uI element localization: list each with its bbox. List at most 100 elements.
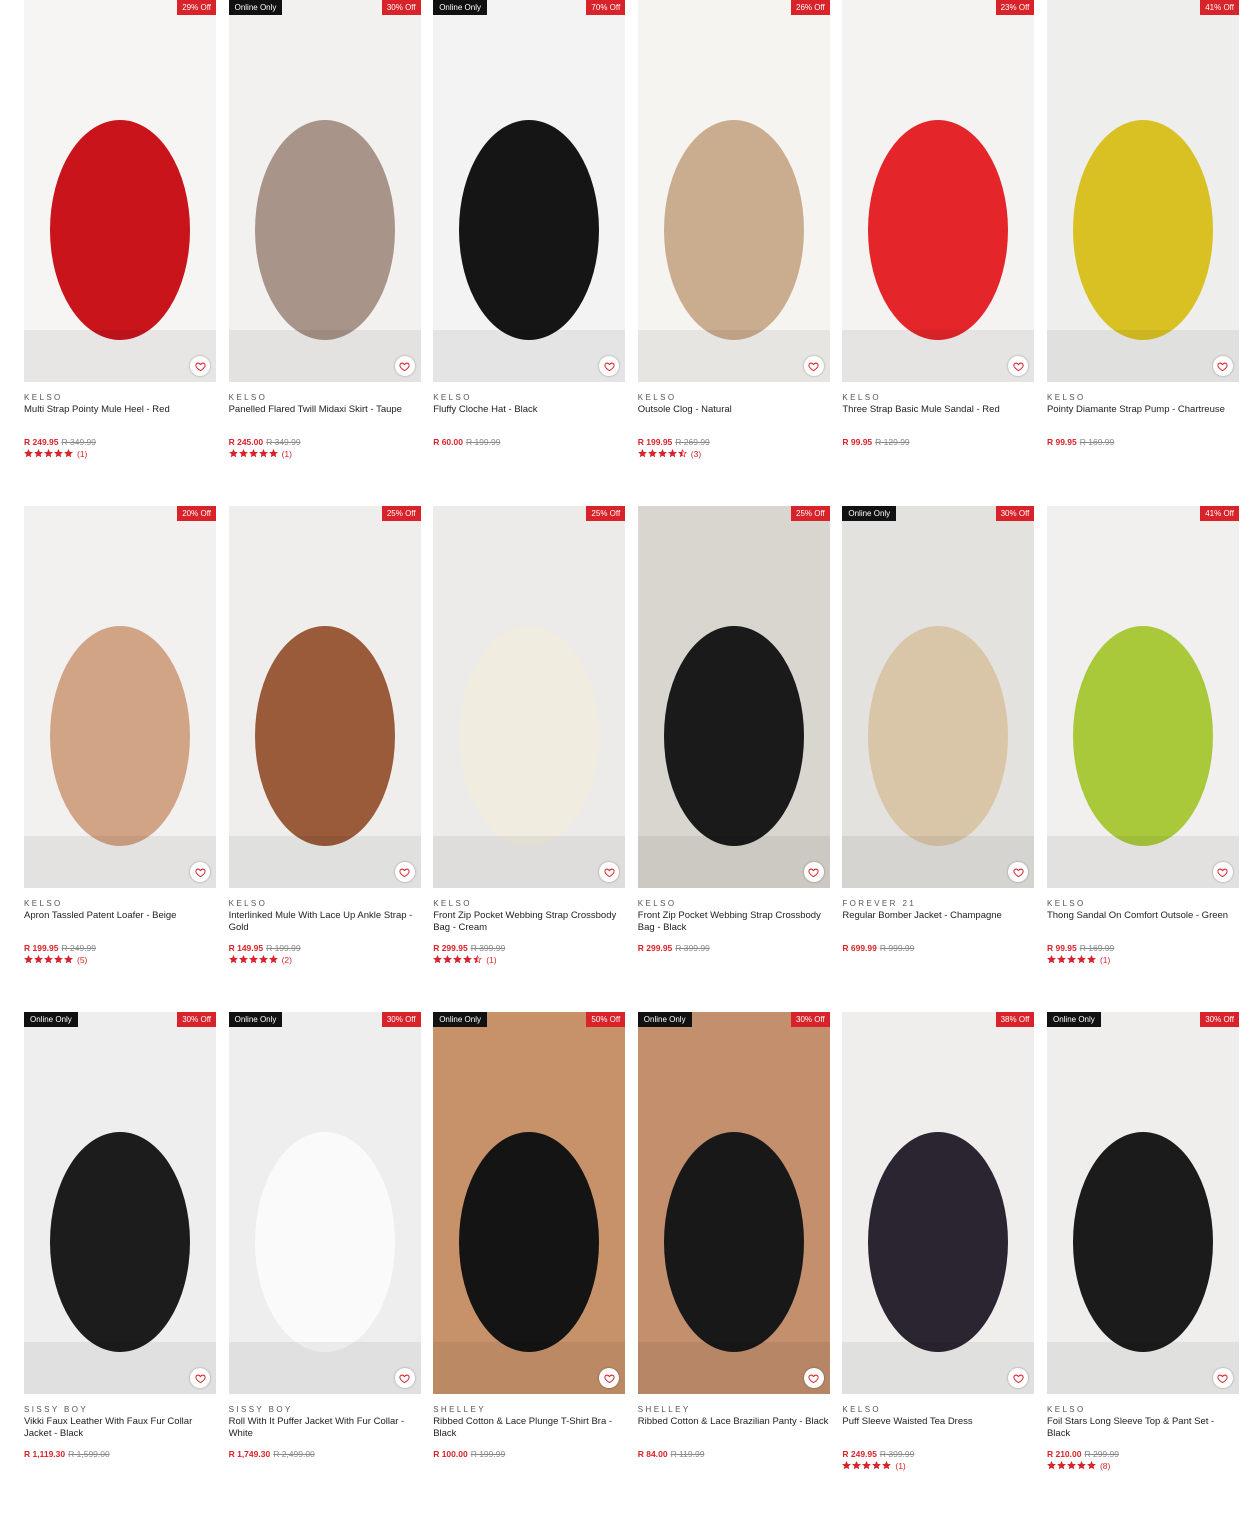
product-price: R 699.99 R 999.99 [842,943,1034,953]
product-name[interactable]: Interlinked Mule With Lace Up Ankle Stra… [229,910,421,934]
product-card[interactable]: 25% Off KELSO Front Zip Pocket Webbing S… [637,506,830,1012]
product-card[interactable]: Online Only 30% Off SISSY BOY Roll With … [228,1012,421,1518]
product-name[interactable]: Panelled Flared Twill Midaxi Skirt - Tau… [229,404,421,428]
discount-badge: 20% Off [177,506,216,521]
product-image[interactable]: 20% Off [24,506,216,888]
star-icon [54,449,63,458]
product-name[interactable]: Front Zip Pocket Webbing Strap Crossbody… [638,910,830,934]
product-price: R 210.00 R 299.99 [1047,1449,1239,1459]
original-price: R 999.99 [879,943,915,953]
product-rating[interactable]: (3) [637,448,830,459]
product-image[interactable]: 29% Off [24,0,216,382]
product-card[interactable]: 20% Off KELSO Apron Tassled Patent Loafe… [24,506,216,1012]
product-card[interactable]: 29% Off KELSO Multi Strap Pointy Mule He… [24,0,216,506]
wishlist-button[interactable] [394,356,415,376]
product-card[interactable]: 41% Off KELSO Thong Sandal On Comfort Ou… [1046,506,1239,1012]
product-image[interactable]: Online Only 30% Off [1046,1012,1239,1394]
product-card[interactable]: Online Only 30% Off KELSO Foil Stars Lon… [1046,1012,1239,1518]
sale-price: R 99.95 [842,437,873,447]
wishlist-button[interactable] [394,862,415,882]
product-name[interactable]: Apron Tassled Patent Loafer - Beige [24,910,216,934]
product-name[interactable]: Three Strap Basic Mule Sandal - Red [842,404,1034,428]
product-image[interactable]: 23% Off [842,0,1035,382]
product-name[interactable]: Puff Sleeve Waisted Tea Dress [842,1416,1034,1440]
product-name[interactable]: Multi Strap Pointy Mule Heel - Red [24,404,216,428]
wishlist-button[interactable] [394,1368,415,1388]
heart-icon [808,1374,819,1383]
product-image[interactable]: Online Only 30% Off [228,0,421,382]
product-card[interactable]: 25% Off KELSO Front Zip Pocket Webbing S… [433,506,626,1012]
product-image[interactable]: Online Only 30% Off [228,1012,421,1394]
product-rating[interactable]: (1) [24,448,216,459]
product-name[interactable]: Regular Bomber Jacket - Champagne [842,910,1034,934]
discount-badge: 25% Off [586,506,626,521]
heart-icon [604,868,615,877]
wishlist-button[interactable] [1212,1368,1233,1388]
product-name[interactable]: Fluffy Cloche Hat - Black [433,404,625,428]
product-rating[interactable]: (1) [228,448,421,459]
wishlist-button[interactable] [190,356,210,376]
product-rating[interactable]: (1) [1047,954,1239,965]
star-icon [433,955,443,964]
product-brand: KELSO [842,393,882,402]
product-rating[interactable]: (1) [842,1460,1034,1471]
product-image[interactable]: 41% Off [1046,0,1239,382]
product-brand: KELSO [842,1405,882,1414]
product-name[interactable]: Ribbed Cotton & Lace Plunge T-Shirt Bra … [433,1416,625,1440]
product-name[interactable]: Front Zip Pocket Webbing Strap Crossbody… [433,910,625,934]
product-image[interactable]: 25% Off [228,506,421,888]
product-card[interactable]: Online Only 30% Off SHELLEY Ribbed Cotto… [637,1012,830,1518]
star-icon [248,955,258,964]
wishlist-button[interactable] [803,356,824,376]
product-image[interactable]: Online Only 50% Off [433,1012,626,1394]
product-name[interactable]: Ribbed Cotton & Lace Brazilian Panty - B… [638,1416,830,1440]
product-card[interactable]: Online Only 30% Off KELSO Panelled Flare… [228,0,421,506]
wishlist-button[interactable] [190,1368,210,1388]
product-card[interactable]: 38% Off KELSO Puff Sleeve Waisted Tea Dr… [842,1012,1035,1518]
product-image[interactable]: Online Only 30% Off [24,1012,216,1394]
product-rating[interactable]: (5) [24,954,216,965]
wishlist-button[interactable] [803,1368,824,1388]
product-name[interactable]: Roll With It Puffer Jacket With Fur Coll… [229,1416,421,1440]
product-name[interactable]: Foil Stars Long Sleeve Top & Pant Set - … [1047,1416,1239,1440]
product-card[interactable]: Online Only 30% Off SISSY BOY Vikki Faux… [24,1012,216,1518]
product-rating[interactable]: (8) [1047,1460,1239,1471]
product-card[interactable]: 26% Off KELSO Outsole Clog - Natural R 1… [637,0,830,506]
product-name[interactable]: Thong Sandal On Comfort Outsole - Green [1047,910,1239,934]
product-image[interactable]: Online Only 30% Off [637,1012,830,1394]
discount-badge: 30% Off [995,506,1035,521]
product-rating[interactable]: (1) [433,954,625,965]
product-image[interactable]: Online Only 70% Off [433,0,626,382]
product-name[interactable]: Pointy Diamante Strap Pump - Chartreuse [1047,404,1239,428]
product-image[interactable]: 38% Off [842,1012,1035,1394]
star-icon [228,449,238,458]
product-card[interactable]: Online Only 30% Off FOREVER 21 Regular B… [842,506,1035,1012]
product-image[interactable]: 41% Off [1046,506,1239,888]
product-brand: FOREVER 21 [842,899,917,908]
product-name[interactable]: Vikki Faux Leather With Faux Fur Collar … [24,1416,216,1440]
product-image[interactable]: 25% Off [433,506,626,888]
review-count: (1) [1099,954,1111,965]
product-name[interactable]: Outsole Clog - Natural [638,404,830,428]
product-card[interactable]: Online Only 70% Off KELSO Fluffy Cloche … [433,0,626,506]
product-card[interactable]: 41% Off KELSO Pointy Diamante Strap Pump… [1046,0,1239,506]
review-count: (5) [77,954,88,965]
wishlist-button[interactable] [1212,356,1233,376]
product-photo [842,1012,1035,1394]
wishlist-button[interactable] [190,862,210,882]
product-photo [433,0,626,382]
wishlist-button[interactable] [803,862,824,882]
product-card[interactable]: 23% Off KELSO Three Strap Basic Mule San… [842,0,1035,506]
product-rating[interactable]: (2) [228,954,421,965]
product-card[interactable]: 25% Off KELSO Interlinked Mule With Lace… [228,506,421,1012]
product-image[interactable]: 25% Off [637,506,830,888]
heart-icon [399,1374,410,1383]
product-image[interactable]: Online Only 30% Off [842,506,1035,888]
star-icon [34,449,43,458]
product-card[interactable]: Online Only 50% Off SHELLEY Ribbed Cotto… [433,1012,626,1518]
wishlist-button[interactable] [1212,862,1233,882]
product-image[interactable]: 26% Off [637,0,830,382]
online-only-badge: Online Only [433,0,487,15]
original-price: R 169.99 [1079,943,1115,953]
sale-price: R 245.00 [228,437,264,447]
